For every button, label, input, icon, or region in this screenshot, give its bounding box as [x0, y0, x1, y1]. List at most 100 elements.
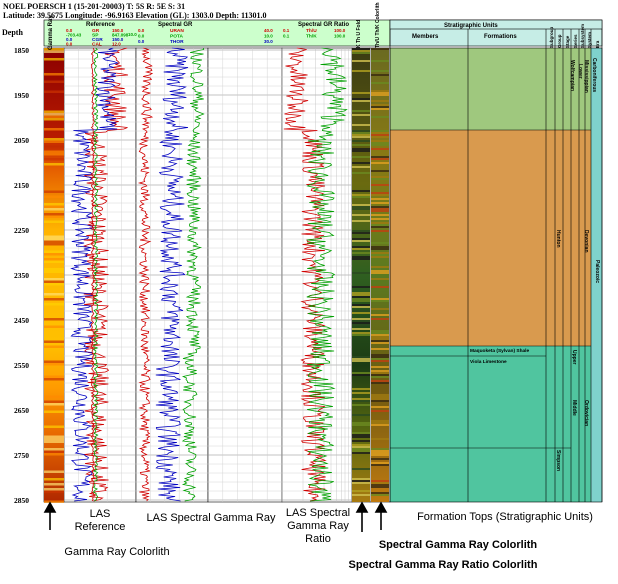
gr-colorlith-band	[44, 190, 64, 193]
gr-colorlith-band	[44, 440, 64, 443]
spectral-colorlith-band	[352, 148, 370, 150]
ratio-curve-name: Th/U	[306, 28, 317, 34]
spectral-colorlith-band	[352, 300, 370, 302]
gr-colorlith-band	[44, 143, 64, 146]
ratio-colorlith-band	[371, 332, 389, 334]
ratio-colorlith-band	[371, 108, 389, 110]
ratio-colorlith-band	[371, 376, 389, 378]
gr-colorlith-band	[44, 250, 64, 253]
ratio-colorlith-band	[371, 82, 389, 84]
ratio-colorlith-band	[371, 142, 389, 144]
spectral-colorlith-band	[352, 398, 370, 400]
gr-colorlith-band	[44, 403, 64, 406]
spectral-colorlith-band	[352, 480, 370, 482]
strat-col-members: Members	[412, 34, 439, 40]
spectral-curve-max: 10.0	[264, 34, 273, 39]
spectral-colorlith-band	[352, 490, 370, 492]
spectral-colorlith-band	[352, 172, 370, 174]
spectral-colorlith-band	[352, 436, 370, 438]
ratio-curve-max: 100.0	[334, 34, 346, 39]
gr-colorlith-band	[44, 110, 64, 113]
spectral-curve-min: 0.0	[138, 28, 145, 33]
ratio-colorlith-band	[371, 358, 389, 360]
spectral-colorlith-band	[352, 322, 370, 324]
ratio-colorlith-band	[371, 480, 389, 482]
gr-colorlith-band	[44, 303, 64, 306]
ratio-colorlith-band	[371, 484, 389, 486]
ratio-colorlith-band	[371, 92, 389, 94]
ratio-colorlith-band	[371, 338, 389, 340]
ratio-colorlith-band	[371, 134, 389, 136]
gr-colorlith-band	[44, 158, 64, 161]
stratigraphic-column	[389, 29, 603, 503]
gr-colorlith-band	[44, 453, 64, 456]
strat-col-formations: Formations	[484, 34, 517, 40]
spectral-colorlith-band	[352, 332, 370, 334]
spectral-curve-name: POTA	[170, 34, 184, 40]
ratio-curve-max: 100.0	[334, 28, 346, 33]
gr-colorlith-band	[44, 220, 64, 223]
spectral-colorlith-band	[352, 98, 370, 100]
spectral-colorlith-band	[352, 388, 370, 390]
ratio-curve-min: 0.1	[283, 34, 290, 39]
ratio-colorlith-band	[371, 246, 389, 248]
ratio-colorlith-band	[371, 136, 389, 138]
spectral-colorlith-band	[352, 208, 370, 210]
depth-tick: 2050	[14, 136, 29, 145]
strat-unit: Paleozoic	[594, 260, 600, 283]
gr-colorlith-band	[44, 435, 64, 438]
ratio-colorlith-band	[371, 354, 389, 356]
ratio-colorlith-band	[371, 224, 389, 226]
ratio-colorlith-band	[371, 464, 389, 466]
ratio-colorlith-band	[371, 424, 389, 426]
gr-colorlith-band	[44, 488, 64, 491]
ratio-colorlith-band	[371, 336, 389, 338]
spectral-colorlith-band	[352, 196, 370, 198]
strat-unit: Mississippian	[583, 60, 589, 93]
gr-colorlith-band	[44, 280, 64, 283]
ratio-colorlith-band	[371, 494, 389, 496]
ratio-colorlith-band	[371, 314, 389, 316]
gr-colorlith-title: Gamma Ray	[48, 15, 54, 50]
spectral-colorlith-band	[352, 238, 370, 240]
gr-colorlith-band	[44, 278, 64, 281]
spectral-colorlith-band	[352, 444, 370, 446]
gr-colorlith-band	[44, 208, 64, 211]
ratio-colorlith-band	[371, 90, 389, 92]
gr-colorlith-band	[44, 240, 64, 243]
spectral-colorlith-band	[352, 214, 370, 216]
ratio-colorlith-band	[371, 366, 389, 368]
gr-colorlith-band	[44, 48, 64, 51]
caption-las-ratio: LAS Spectral Gamma Ray Ratio	[285, 507, 351, 545]
gr-colorlith-band	[44, 73, 64, 76]
spectral-colorlith-band	[352, 246, 370, 248]
spectral-colorlith-band	[352, 296, 370, 298]
spectral-gr-title: Spectral GR	[158, 22, 193, 28]
spectral-colorlith-title: K Th U Fold	[356, 20, 362, 48]
spectral-colorlith-band	[352, 70, 370, 72]
ratio-curve-min: 0.1	[283, 28, 290, 33]
strat-title: Stratigraphic Units	[444, 23, 498, 29]
spectral-colorlith-band	[352, 446, 370, 448]
strat-unit-formation: Viola Limestone	[470, 359, 507, 365]
gr-colorlith-band	[44, 140, 64, 143]
ratio-colorlith-band	[371, 256, 389, 258]
ratio-colorlith-band	[371, 486, 389, 488]
arrow-head-icon	[355, 501, 369, 513]
ratio-colorlith-band	[371, 270, 389, 272]
spectral-colorlith-band	[352, 374, 370, 376]
spectral-colorlith-band	[352, 50, 370, 52]
ratio-colorlith-band	[371, 360, 389, 362]
ratio-colorlith-band	[371, 226, 389, 228]
gr-colorlith-band	[44, 490, 64, 493]
spectral-curve-name: URAN	[170, 28, 184, 34]
ratio-colorlith-band	[371, 278, 389, 280]
gr-colorlith-band	[44, 340, 64, 343]
ratio-colorlith-band	[371, 374, 389, 376]
ratio-colorlith-band	[371, 394, 389, 396]
ratio-colorlith-band	[371, 94, 389, 96]
ratio-colorlith-band	[371, 210, 389, 212]
ratio-colorlith-band	[371, 132, 389, 134]
gr-colorlith-band	[44, 325, 64, 328]
spectral-colorlith-band	[352, 312, 370, 314]
